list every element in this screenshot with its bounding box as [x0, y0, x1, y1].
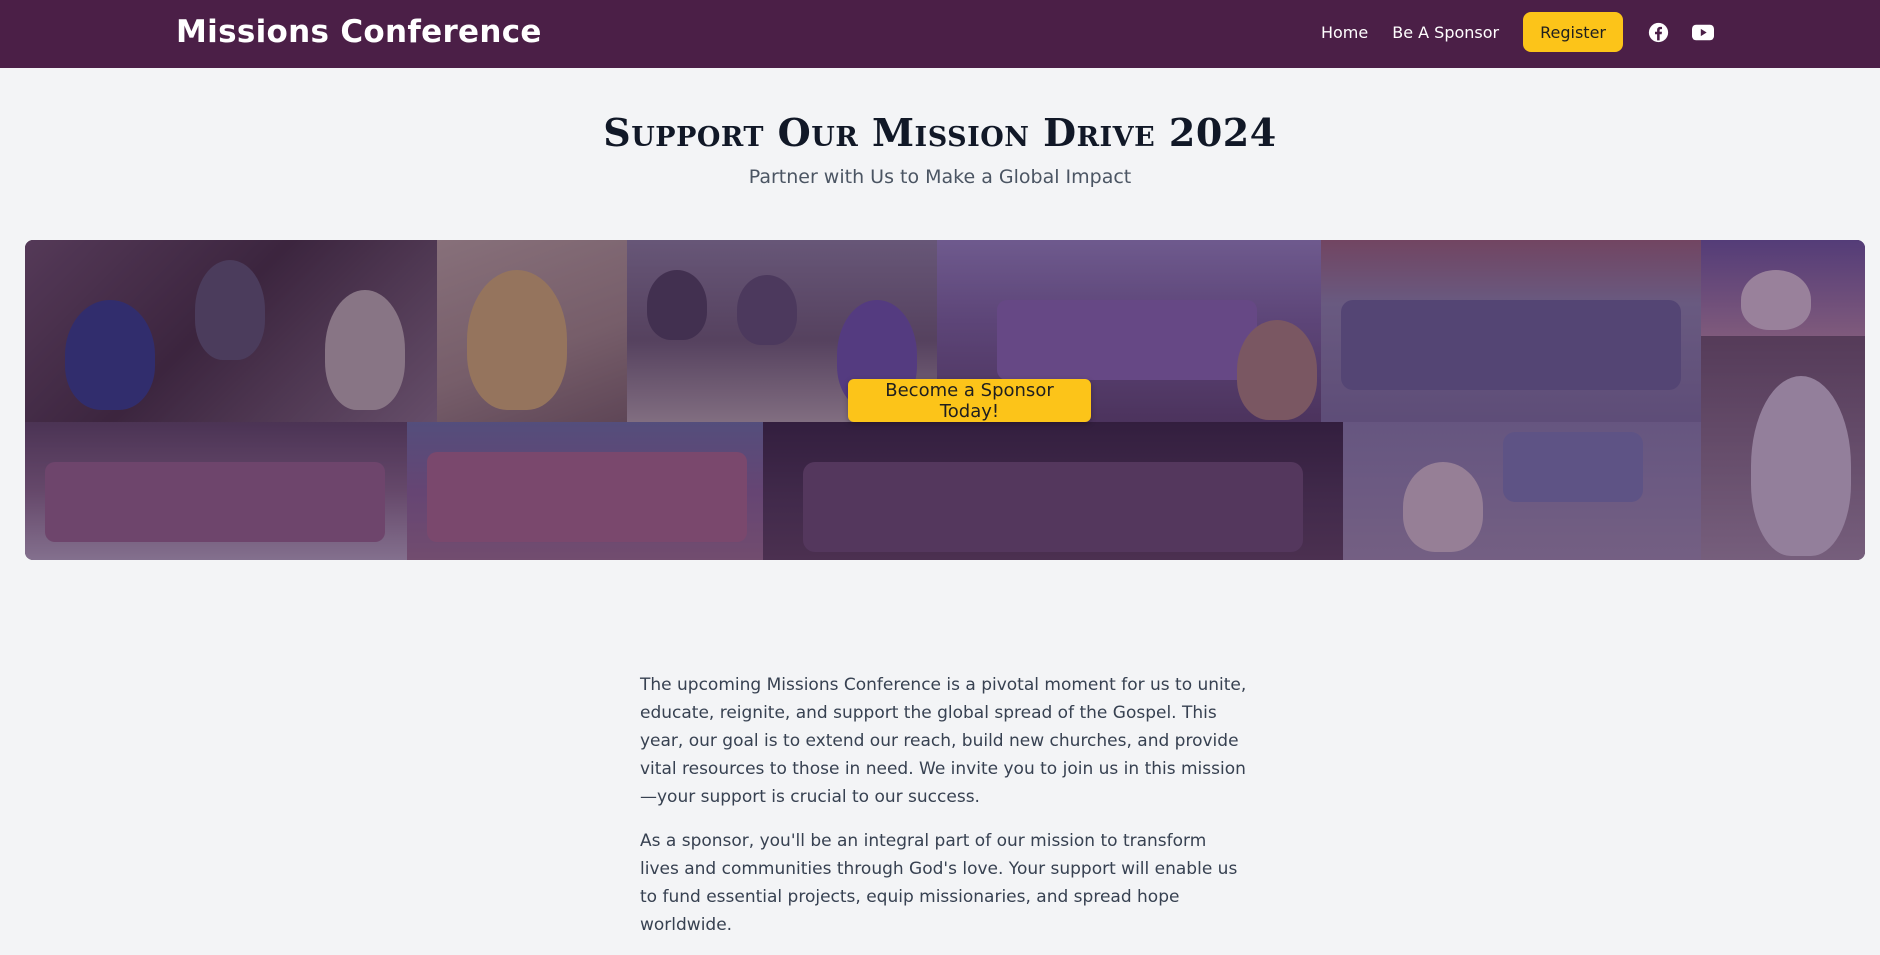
page-title: Support Our Mission Drive 2024	[603, 110, 1277, 155]
hero-photo-collage: Become a Sponsor Today!	[25, 240, 1865, 560]
mission-description: The upcoming Missions Conference is a pi…	[640, 671, 1250, 955]
youtube-icon[interactable]	[1692, 21, 1714, 43]
top-navbar: Missions Conference Home Be A Sponsor Re…	[0, 0, 1880, 68]
become-sponsor-button[interactable]: Become a Sponsor Today!	[848, 379, 1091, 422]
description-paragraph-2: As a sponsor, you'll be an integral part…	[640, 831, 1238, 935]
facebook-icon[interactable]	[1647, 21, 1669, 43]
brand-logo-text[interactable]: Missions Conference	[176, 14, 542, 50]
nav-links: Home Be A Sponsor Register	[1321, 12, 1714, 52]
description-paragraph-1: The upcoming Missions Conference is a pi…	[640, 675, 1247, 807]
register-button[interactable]: Register	[1523, 12, 1623, 52]
nav-link-be-a-sponsor[interactable]: Be A Sponsor	[1392, 23, 1499, 42]
nav-link-home[interactable]: Home	[1321, 23, 1368, 42]
page-subtitle: Partner with Us to Make a Global Impact	[748, 166, 1132, 188]
